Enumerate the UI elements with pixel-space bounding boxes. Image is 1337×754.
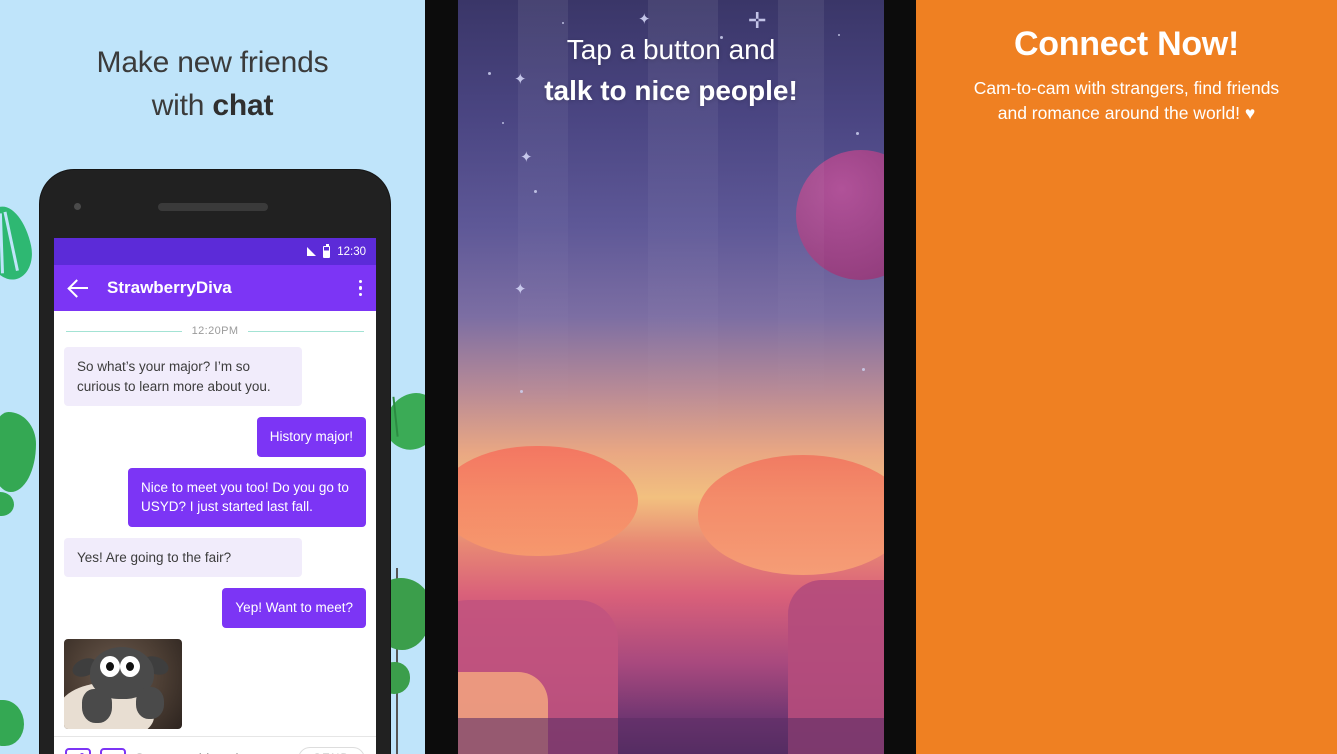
chat-message-list[interactable]: 12:20PM So what’s your major? I’m so cur… [54,311,376,736]
image-picker-icon[interactable] [65,748,91,754]
front-camera-icon [74,203,81,210]
chat-contact-name: StrawberryDiva [107,278,232,297]
panel3-sub-line1: Cam-to-cam with strangers, find friends [973,78,1280,98]
chat-bubble-sent: History major! [256,417,366,457]
signal-icon [307,247,317,256]
panel3-sub-line2: and romance around the world! ♥ [997,103,1256,124]
send-button[interactable]: SEND [298,746,365,754]
decor-sparkle: ✦ [638,11,651,28]
panel-cam-promo: Connect Now! Cam-to-cam with strangers, … [916,0,1337,754]
panel-divider-1 [425,0,458,754]
panel3-subheadline: Cam-to-cam with strangers, find friends … [916,76,1337,127]
panel1-headline-line1: Make new friends [96,46,329,79]
status-bar-time: 12:30 [337,245,366,258]
decor-leaf-left-3 [0,492,14,516]
decor-ground [458,718,884,754]
earpiece-speaker [158,203,268,211]
decor-sun-left [458,446,638,556]
chat-bubble-sent: Nice to meet you too! Do you go to USYD?… [128,467,366,527]
panel2-headline: Tap a button and talk to nice people! [458,30,884,112]
overflow-menu-icon[interactable] [358,279,362,297]
chat-bubble-received: So what’s your major? I’m so curious to … [64,347,302,407]
decor-leaf-left-4 [0,700,24,746]
battery-icon [323,243,331,258]
back-arrow-icon[interactable] [68,277,90,299]
decor-sparkle: ✦ [520,149,533,166]
decor-sparkle: ✦ [514,281,527,298]
panel1-headline-line2-bold: chat [212,88,274,122]
phone1-screen: 12:30 StrawberryDiva 12:20PM So what’s y… [54,238,376,754]
screenshot-stage: Make new friends with chat 12:30 Strawbe… [0,0,1337,754]
gif-attachment-thumbnail[interactable] [64,638,182,729]
chat-bubble-sent: Yep! Want to meet? [222,588,366,628]
chat-bubble-received: Yes! Are going to the fair? [64,537,302,578]
panel1-headline: Make new friends with chat [0,42,425,127]
panel3-headline: Connect Now! [1014,25,1239,63]
panel-chat-promo: Make new friends with chat 12:30 Strawbe… [0,0,425,754]
status-bar: 12:30 [54,238,376,265]
panel2-headline-line2: talk to nice people! [544,74,798,106]
panel1-headline-line2: with chat [0,85,425,128]
gif-picker-icon[interactable]: GIF [100,748,126,754]
panel1-headline-line2-plain: with [151,88,213,122]
decor-sun-right [698,455,884,575]
decor-leaf-left-2 [0,412,36,492]
chat-time-divider: 12:20PM [64,311,366,347]
panel-call-promo: ✦ ✦ ✛ ✦ ✦ Tap a button and talk to nice … [458,0,884,754]
phone-mockup-1: 12:30 StrawberryDiva 12:20PM So what’s y… [40,170,390,754]
message-input-bar: GIF Say something nice... SEND [54,736,376,754]
chat-app-bar: StrawberryDiva [54,265,376,311]
decor-leaf-left-1 [0,202,38,284]
panel2-headline-line1: Tap a button and [566,34,776,65]
chat-time-label: 12:20PM [191,325,239,337]
panel-divider-2 [884,0,916,754]
